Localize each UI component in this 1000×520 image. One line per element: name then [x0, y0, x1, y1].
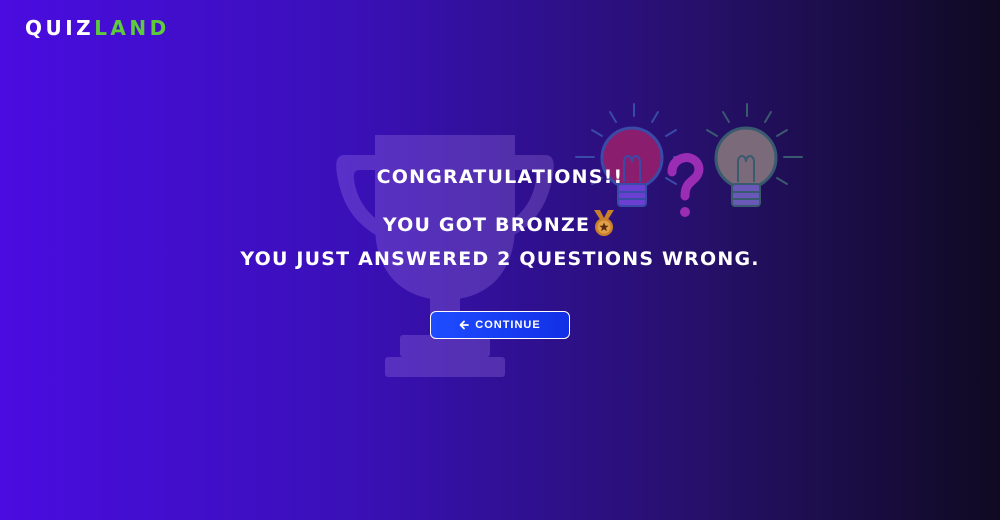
arrow-left-icon: [459, 320, 470, 330]
app-logo[interactable]: QUIZLAND: [25, 16, 170, 40]
lightbulbs-illustration: [575, 103, 803, 217]
logo-text-quiz: QUIZ: [25, 16, 95, 40]
medal-result-text: YOU GOT BRONZE: [382, 214, 591, 236]
congratulations-heading: CONGRATULATIONS!!: [376, 166, 624, 188]
wrong-answers-text: YOU JUST ANSWERED 2 QUESTIONS WRONG.: [240, 248, 760, 270]
continue-button[interactable]: CONTINUE: [430, 311, 570, 339]
bronze-medal-icon: [591, 209, 617, 242]
continue-button-label: CONTINUE: [475, 319, 541, 331]
medal-result: YOU GOT BRONZE: [0, 209, 1000, 242]
logo-text-land: LAND: [94, 16, 170, 40]
